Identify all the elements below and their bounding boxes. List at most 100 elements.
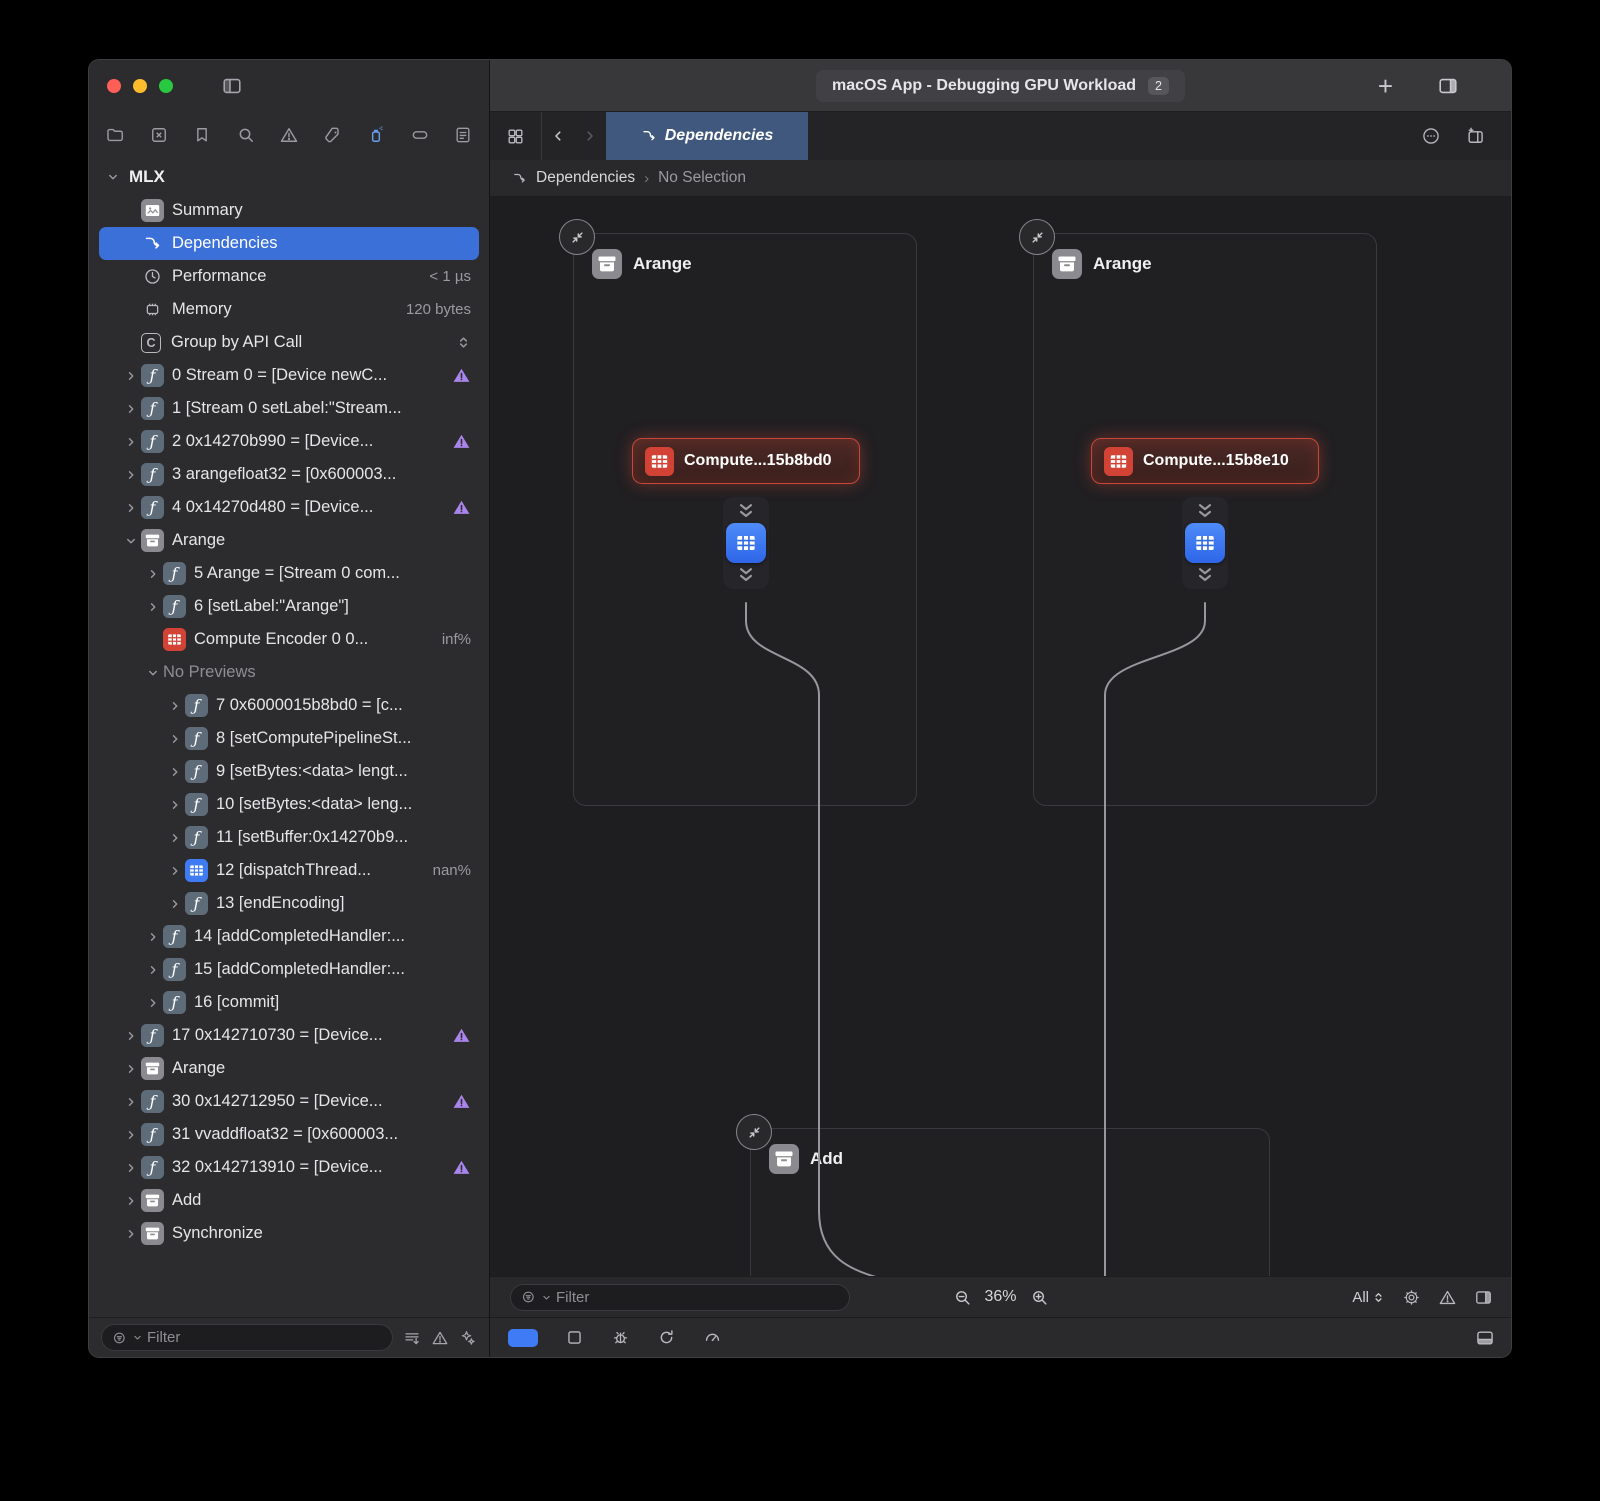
tree-row[interactable]: Compute Encoder 0 0...inf% [99, 623, 479, 656]
disclosure-right-icon[interactable] [165, 898, 185, 910]
scope-filter-dropdown[interactable]: All [1352, 1289, 1385, 1306]
disclosure-right-icon[interactable] [143, 964, 163, 976]
tree-row[interactable]: ƒ15 [addCompletedHandler:... [99, 953, 479, 986]
disclosure-right-icon[interactable] [121, 1228, 141, 1240]
tree-row[interactable]: ƒ14 [addCompletedHandler:... [99, 920, 479, 953]
forward-icon[interactable] [574, 112, 606, 160]
disclosure-right-icon[interactable] [121, 1096, 141, 1108]
tree-row[interactable]: ƒ10 [setBytes:<data> leng... [99, 788, 479, 821]
tree-row[interactable]: ƒ32 0x142713910 = [Device... [99, 1151, 479, 1184]
minimize-button[interactable] [133, 79, 147, 93]
disclosure-down-icon[interactable] [103, 171, 123, 183]
disclosure-right-icon[interactable] [143, 568, 163, 580]
back-icon[interactable] [542, 112, 574, 160]
disclosure-right-icon[interactable] [121, 1162, 141, 1174]
sidebar-filter-input[interactable]: Filter [101, 1324, 393, 1351]
show-issues-icon[interactable] [431, 1329, 449, 1347]
runtime-issue-icon[interactable] [452, 366, 471, 385]
tree-row[interactable]: Synchronize [99, 1217, 479, 1250]
tree-row[interactable]: ƒ4 0x14270d480 = [Device... [99, 491, 479, 524]
double-chevron-down-icon[interactable] [1194, 566, 1216, 584]
tree-row[interactable]: ƒ6 [setLabel:"Arange"] [99, 590, 479, 623]
group-add[interactable]: Add [750, 1128, 1270, 1276]
tree-row[interactable]: ƒ11 [setBuffer:0x14270b9... [99, 821, 479, 854]
collapse-group-icon[interactable] [736, 1114, 772, 1150]
disclosure-right-icon[interactable] [121, 370, 141, 382]
tree-row[interactable]: ƒ30 0x142712950 = [Device... [99, 1085, 479, 1118]
view-mode-active-button[interactable] [508, 1329, 538, 1347]
tree-row[interactable]: ƒ7 0x6000015b8bd0 = [c... [99, 689, 479, 722]
tree-row[interactable]: ƒ16 [commit] [99, 986, 479, 1019]
runtime-issue-icon[interactable] [452, 432, 471, 451]
more-options-icon[interactable] [1421, 126, 1441, 146]
bounds-rect-icon[interactable] [565, 1328, 584, 1347]
find-navigator-icon[interactable] [236, 125, 256, 145]
disclosure-right-icon[interactable] [143, 601, 163, 613]
graph-canvas[interactable]: Arange Arange Add Compute...15b8bd0 Comp… [490, 197, 1511, 1276]
tree-row[interactable]: ƒ3 arangefloat32 = [0x600003... [99, 458, 479, 491]
sidebar-item-performance[interactable]: Performance< 1 µs [99, 260, 479, 293]
node-encoder-left[interactable]: Compute...15b8bd0 [632, 438, 860, 484]
breadcrumb-dependencies[interactable]: Dependencies [536, 169, 635, 187]
buffer-grid-icon[interactable] [1185, 523, 1225, 563]
zoom-in-icon[interactable] [1030, 1288, 1049, 1307]
runtime-issue-icon[interactable] [452, 1158, 471, 1177]
zoom-level[interactable]: 36% [984, 1288, 1016, 1306]
tree-row[interactable]: ƒ8 [setComputePipelineSt... [99, 722, 479, 755]
collapse-group-icon[interactable] [1019, 219, 1055, 255]
toggle-inspector-icon[interactable] [1437, 75, 1459, 97]
disclosure-down-icon[interactable] [121, 535, 141, 547]
flatten-list-icon[interactable] [403, 1329, 421, 1347]
runtime-issue-icon[interactable] [452, 1026, 471, 1045]
debug-bug-icon[interactable] [611, 1328, 630, 1347]
node-encoder-right[interactable]: Compute...15b8e10 [1091, 438, 1319, 484]
disclosure-right-icon[interactable] [143, 997, 163, 1009]
tree-root-mlx[interactable]: MLX [89, 160, 489, 194]
tree-row[interactable]: 12 [dispatchThread...nan% [99, 854, 479, 887]
disclosure-right-icon[interactable] [165, 799, 185, 811]
symbol-navigator-icon[interactable] [149, 125, 169, 145]
bookmark-navigator-icon[interactable] [192, 125, 212, 145]
issues-warning-icon[interactable] [1438, 1288, 1457, 1307]
resource-node[interactable] [723, 497, 769, 589]
sidebar-item-group-by-api-call[interactable]: CGroup by API Call [99, 326, 479, 359]
debug-navigator-icon[interactable] [366, 125, 386, 145]
tree-row[interactable]: No Previews [99, 656, 479, 689]
runtime-issue-icon[interactable] [452, 1092, 471, 1111]
close-button[interactable] [107, 79, 121, 93]
toggle-bottom-panel-icon[interactable] [1475, 1328, 1495, 1348]
tree-row[interactable]: ƒ5 Arange = [Stream 0 com... [99, 557, 479, 590]
double-chevron-down-icon[interactable] [735, 566, 757, 584]
disclosure-right-icon[interactable] [121, 1129, 141, 1141]
sort-toggle-icon[interactable] [456, 335, 471, 350]
zoom-out-icon[interactable] [952, 1288, 971, 1307]
toggle-panel-icon[interactable] [1474, 1288, 1493, 1307]
sidebar-item-dependencies[interactable]: Dependencies [99, 227, 479, 260]
new-tab-icon[interactable]: + [1378, 76, 1393, 96]
disclosure-right-icon[interactable] [165, 733, 185, 745]
disclosure-right-icon[interactable] [121, 1063, 141, 1075]
sparkle-filter-icon[interactable] [459, 1329, 477, 1347]
disclosure-right-icon[interactable] [165, 865, 185, 877]
tree-row[interactable]: ƒ2 0x14270b990 = [Device... [99, 425, 479, 458]
fullscreen-button[interactable] [159, 79, 173, 93]
disclosure-right-icon[interactable] [121, 469, 141, 481]
tree-row[interactable]: Arange [99, 1052, 479, 1085]
report-navigator-icon[interactable] [453, 125, 473, 145]
disclosure-right-icon[interactable] [121, 1030, 141, 1042]
tab-dependencies[interactable]: Dependencies [606, 112, 808, 160]
disclosure-right-icon[interactable] [165, 766, 185, 778]
collapse-group-icon[interactable] [559, 219, 595, 255]
disclosure-right-icon[interactable] [121, 502, 141, 514]
buffer-grid-icon[interactable] [726, 523, 766, 563]
window-title-pill[interactable]: macOS App - Debugging GPU Workload 2 [816, 70, 1185, 102]
disclosure-right-icon[interactable] [143, 931, 163, 943]
double-chevron-down-icon[interactable] [1194, 502, 1216, 520]
disclosure-right-icon[interactable] [121, 436, 141, 448]
disclosure-right-icon[interactable] [165, 700, 185, 712]
resource-node[interactable] [1182, 497, 1228, 589]
tree-row[interactable]: Add [99, 1184, 479, 1217]
sidebar-item-memory[interactable]: Memory120 bytes [99, 293, 479, 326]
double-chevron-down-icon[interactable] [735, 502, 757, 520]
disclosure-down-icon[interactable] [143, 667, 163, 679]
